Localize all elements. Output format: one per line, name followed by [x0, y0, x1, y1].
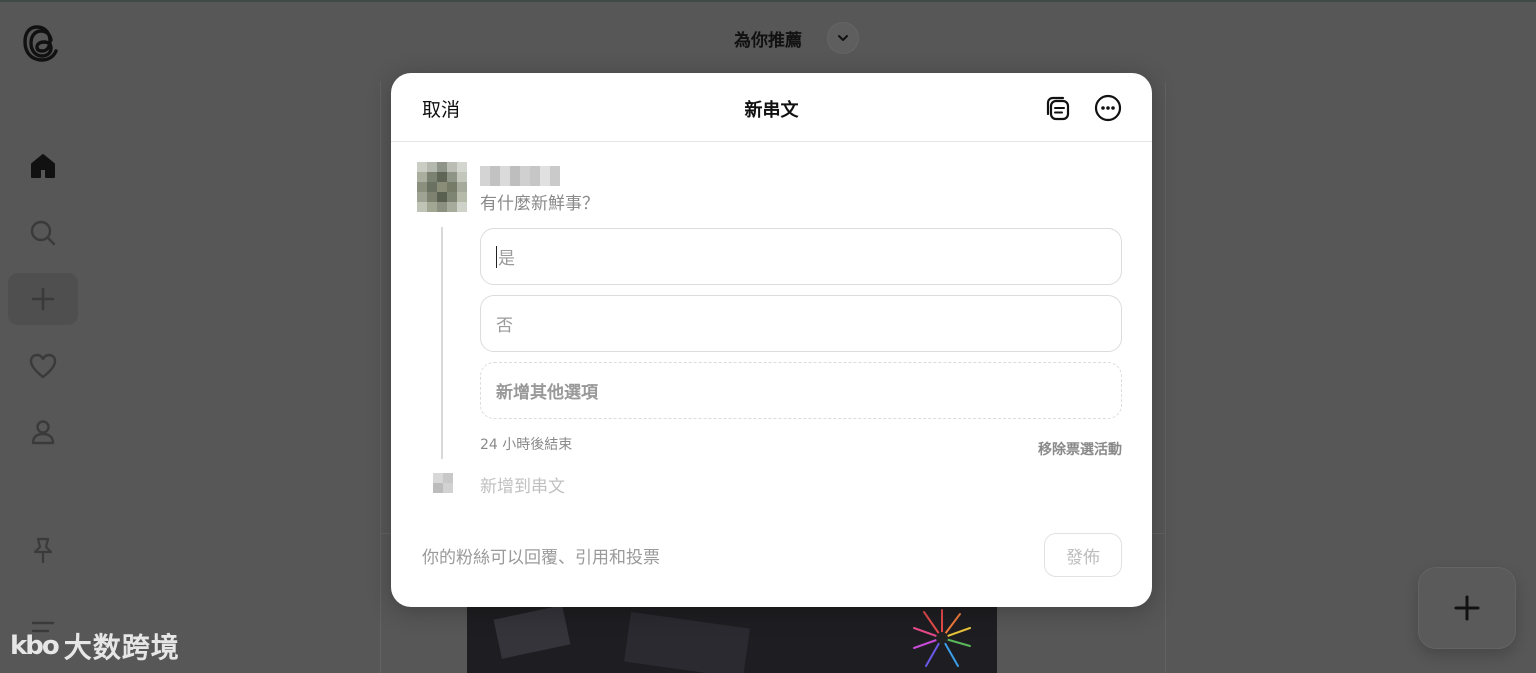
heart-icon [29, 353, 57, 379]
watermark-logo: kbo [10, 631, 60, 661]
plus-icon [1454, 595, 1480, 621]
dialog-header: 取消 新串文 [391, 73, 1152, 142]
person-icon [31, 420, 55, 445]
poll-option-input-2[interactable]: 否 [480, 295, 1122, 352]
poll-option-placeholder-1: 是 [498, 249, 515, 269]
dialog-title: 新串文 [744, 100, 799, 121]
plus-icon [31, 287, 55, 311]
home-icon [31, 154, 55, 178]
text-cursor [496, 245, 497, 268]
more-options-button[interactable] [1093, 93, 1123, 123]
chevron-down-icon [838, 35, 848, 41]
remove-poll-button[interactable]: 移除票選活動 [1038, 439, 1122, 459]
top-border [0, 0, 1536, 2]
cancel-button[interactable]: 取消 [422, 95, 460, 122]
sidebar-item-profile[interactable] [8, 406, 78, 458]
thread-text-input[interactable]: 有什麼新鮮事？ [480, 189, 599, 214]
sidebar-item-activity[interactable] [8, 340, 78, 392]
small-avatar [433, 473, 453, 493]
thread-line [441, 227, 443, 459]
search-icon [30, 220, 56, 246]
new-thread-dialog: 取消 新串文 有什麼新鮮事？ 是 否 新增其他選項 24 小時後結束 移除票選活… [391, 73, 1152, 607]
add-to-thread-button[interactable]: 新增到串文 [480, 472, 565, 497]
poll-duration[interactable]: 24 小時後結束 [480, 434, 572, 454]
avatar [417, 162, 467, 212]
floating-create-button[interactable] [1418, 567, 1516, 649]
add-poll-option-label: 新增其他選項 [496, 383, 598, 403]
drafts-icon [1046, 96, 1070, 121]
feed-title[interactable]: 為你推薦 [734, 26, 802, 51]
sidebar-item-home[interactable] [8, 140, 78, 192]
burst-graphic [913, 609, 971, 667]
username-redacted [480, 166, 562, 186]
drafts-button[interactable] [1043, 93, 1073, 123]
sidebar-item-search[interactable] [8, 207, 78, 259]
add-poll-option-button[interactable]: 新增其他選項 [480, 362, 1122, 419]
sidebar-item-pinned[interactable] [8, 524, 78, 576]
more-icon [1094, 94, 1122, 122]
threads-logo-icon[interactable] [22, 21, 62, 65]
sidebar [0, 0, 84, 673]
feed-switch-button[interactable] [827, 22, 859, 54]
reply-settings-button[interactable]: 你的粉絲可以回覆、引用和投票 [422, 543, 660, 568]
poll-option-input-1[interactable]: 是 [480, 228, 1122, 285]
sidebar-item-create[interactable] [8, 273, 78, 325]
poll-option-placeholder-2: 否 [496, 316, 513, 336]
pin-icon [33, 537, 53, 564]
watermark-text: 大数跨境 [63, 631, 180, 664]
post-button[interactable]: 發佈 [1044, 533, 1122, 577]
watermark: kbo 大数跨境 [10, 626, 180, 666]
